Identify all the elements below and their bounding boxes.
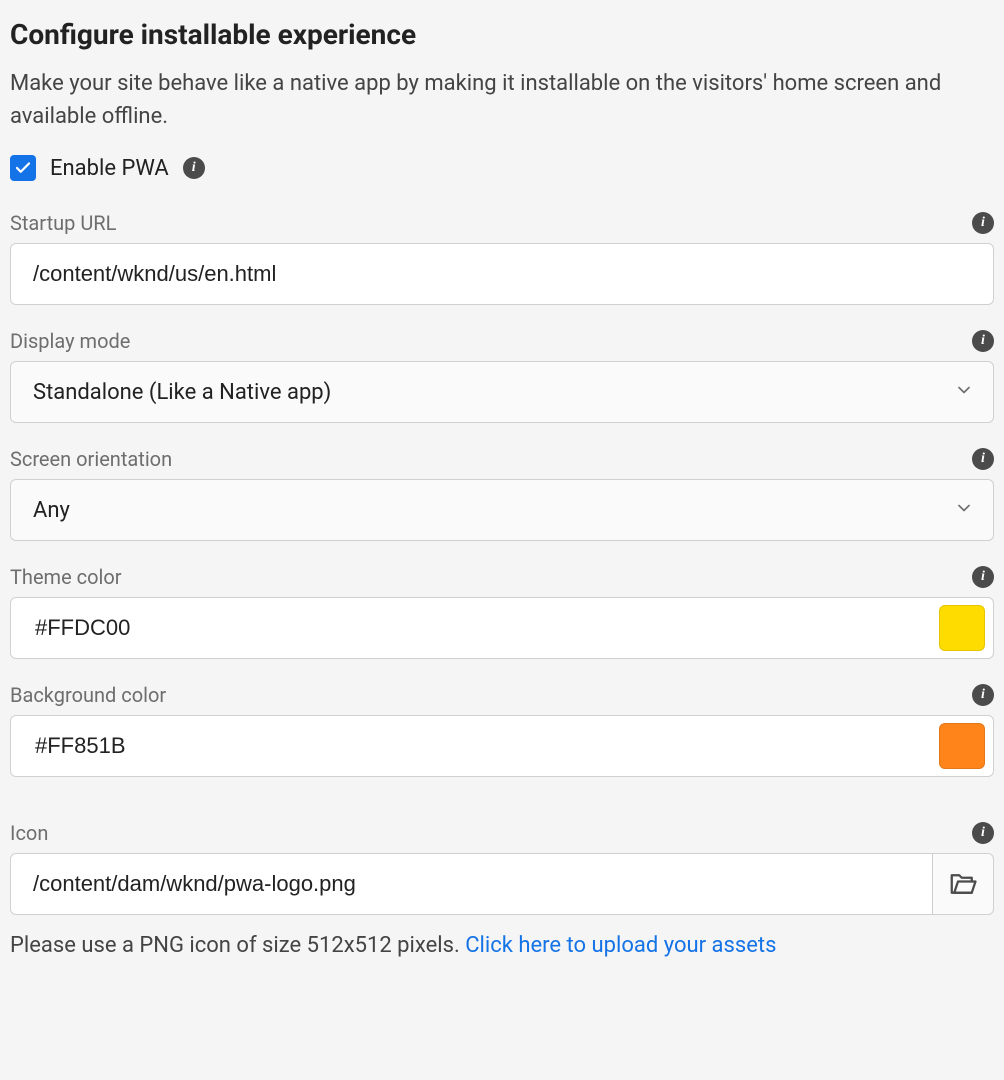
- display-mode-select[interactable]: Standalone (Like a Native app): [10, 361, 994, 423]
- display-mode-label: Display mode: [10, 329, 130, 353]
- screen-orientation-select[interactable]: Any: [10, 479, 994, 541]
- theme-color-input[interactable]: [33, 598, 939, 658]
- browse-button[interactable]: [932, 853, 994, 915]
- screen-orientation-value: Any: [33, 498, 70, 523]
- page-description: Make your site behave like a native app …: [10, 67, 994, 133]
- info-icon[interactable]: i: [972, 448, 994, 470]
- icon-path-input[interactable]: [10, 853, 932, 915]
- info-icon[interactable]: i: [972, 330, 994, 352]
- info-icon[interactable]: i: [972, 566, 994, 588]
- field-icon: Icon i Please use a PNG icon of size 512…: [10, 821, 994, 958]
- info-icon[interactable]: i: [972, 212, 994, 234]
- field-theme-color: Theme color i: [10, 565, 994, 659]
- theme-color-swatch[interactable]: [939, 605, 985, 651]
- check-icon: [14, 159, 32, 177]
- page-title: Configure installable experience: [10, 18, 994, 51]
- background-color-label: Background color: [10, 683, 166, 707]
- display-mode-value: Standalone (Like a Native app): [33, 380, 331, 405]
- info-icon[interactable]: i: [972, 822, 994, 844]
- startup-url-label: Startup URL: [10, 211, 116, 235]
- icon-label: Icon: [10, 821, 48, 845]
- icon-hint: Please use a PNG icon of size 512x512 pi…: [10, 933, 994, 958]
- folder-open-icon: [948, 869, 978, 899]
- theme-color-label: Theme color: [10, 565, 122, 589]
- enable-pwa-checkbox[interactable]: [10, 155, 36, 181]
- field-screen-orientation: Screen orientation i Any: [10, 447, 994, 541]
- enable-pwa-row: Enable PWA i: [10, 155, 994, 181]
- screen-orientation-label: Screen orientation: [10, 447, 172, 471]
- info-icon[interactable]: i: [972, 684, 994, 706]
- field-background-color: Background color i: [10, 683, 994, 777]
- enable-pwa-label: Enable PWA: [50, 156, 169, 181]
- background-color-input[interactable]: [33, 716, 939, 776]
- startup-url-input[interactable]: [10, 243, 994, 305]
- field-startup-url: Startup URL i: [10, 211, 994, 305]
- field-display-mode: Display mode i Standalone (Like a Native…: [10, 329, 994, 423]
- info-icon[interactable]: i: [183, 157, 205, 179]
- upload-assets-link[interactable]: Click here to upload your assets: [465, 933, 776, 958]
- icon-hint-text: Please use a PNG icon of size 512x512 pi…: [10, 933, 465, 958]
- background-color-swatch[interactable]: [939, 723, 985, 769]
